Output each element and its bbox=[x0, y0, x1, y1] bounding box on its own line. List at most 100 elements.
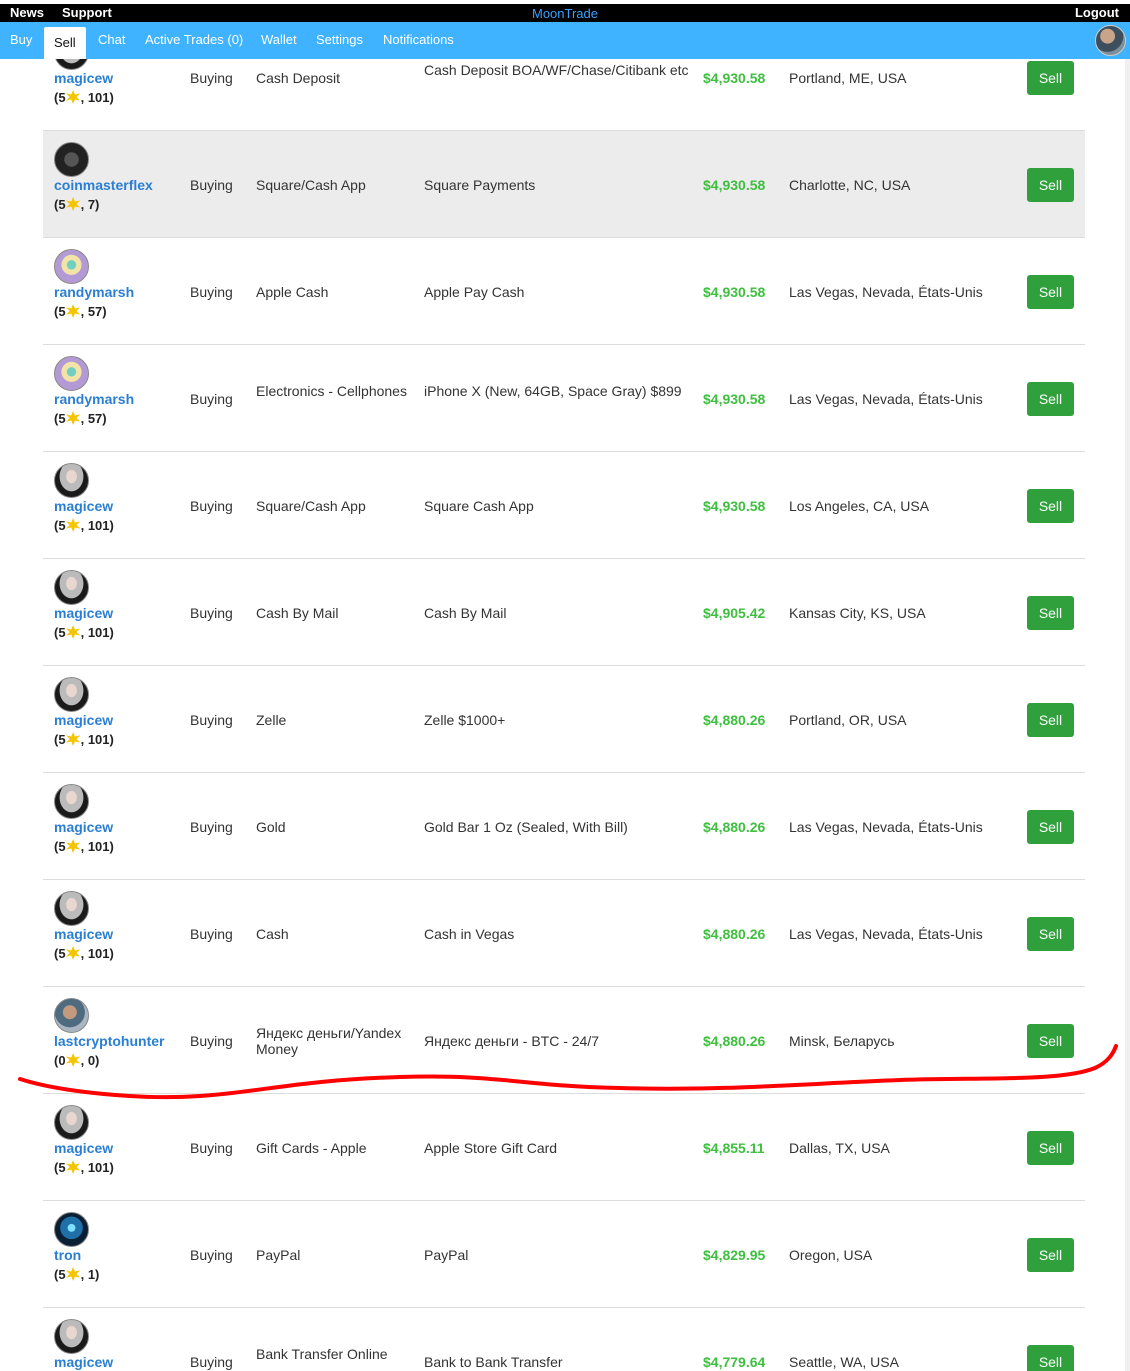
trade-price: $4,930.58 bbox=[703, 498, 766, 514]
rating-score: 5 bbox=[58, 518, 66, 533]
username-link[interactable]: magicew bbox=[54, 819, 113, 835]
sell-button[interactable]: Sell bbox=[1027, 1024, 1074, 1058]
star-icon bbox=[65, 1053, 81, 1067]
payment-method: Apple Cash bbox=[256, 284, 329, 300]
nav-sell[interactable]: Sell bbox=[44, 27, 86, 59]
trade-description: Bank to Bank Transfer bbox=[424, 1354, 563, 1370]
payment-method: Bank Transfer Online bbox=[256, 1346, 388, 1362]
username-link[interactable]: magicew bbox=[54, 498, 113, 514]
sell-button[interactable]: Sell bbox=[1027, 489, 1074, 523]
trade-price: $4,855.11 bbox=[703, 1140, 765, 1156]
trade-row: magicew (5, 101) Buying Gift Cards - Apple A… bbox=[43, 1094, 1085, 1201]
user-avatar[interactable] bbox=[1095, 25, 1126, 56]
rating-count: 101 bbox=[87, 732, 110, 747]
trade-action: Buying bbox=[190, 1354, 233, 1370]
username-link[interactable]: magicew bbox=[54, 926, 113, 942]
user-rating: (5, 7) bbox=[54, 197, 100, 212]
trade-price: $4,930.58 bbox=[703, 70, 766, 86]
trade-location: Dallas, TX, USA bbox=[789, 1140, 890, 1156]
user-avatar-image[interactable] bbox=[54, 249, 89, 284]
sell-button[interactable]: Sell bbox=[1027, 275, 1074, 309]
rating-score: 5 bbox=[58, 411, 66, 426]
user-avatar-image[interactable] bbox=[54, 677, 89, 712]
username-link[interactable]: tron bbox=[54, 1247, 81, 1263]
sell-button[interactable]: Sell bbox=[1027, 1345, 1074, 1371]
user-rating: (0, 0) bbox=[54, 1053, 100, 1068]
rating-score: 5 bbox=[58, 1267, 66, 1282]
user-rating: (5, 101) bbox=[54, 625, 114, 640]
payment-method: Cash bbox=[256, 926, 289, 942]
user-avatar-image[interactable] bbox=[54, 1212, 89, 1247]
trade-row: lastcryptohunter (0, 0) Buying Яндекс деньг… bbox=[43, 987, 1085, 1094]
trade-action: Buying bbox=[190, 177, 233, 193]
trade-price: $4,930.58 bbox=[703, 284, 766, 300]
sell-button[interactable]: Sell bbox=[1027, 1238, 1074, 1272]
username-link[interactable]: magicew bbox=[54, 712, 113, 728]
sell-button[interactable]: Sell bbox=[1027, 703, 1074, 737]
rating-score: 5 bbox=[58, 90, 66, 105]
username-link[interactable]: randymarsh bbox=[54, 284, 134, 300]
rating-score: 5 bbox=[58, 197, 66, 212]
user-rating: (5, 101) bbox=[54, 1160, 114, 1175]
news-link[interactable]: News bbox=[10, 5, 44, 20]
support-link[interactable]: Support bbox=[62, 5, 112, 20]
trade-action: Buying bbox=[190, 712, 233, 728]
user-avatar-image[interactable] bbox=[54, 142, 89, 177]
trade-action: Buying bbox=[190, 1033, 233, 1049]
trade-description: Apple Store Gift Card bbox=[424, 1140, 558, 1156]
user-avatar-image[interactable] bbox=[54, 1319, 89, 1354]
trade-description: Cash Deposit BOA/WF/Chase/Citibank etc bbox=[424, 62, 689, 78]
trade-location: Portland, ME, USA bbox=[789, 70, 907, 86]
username-link[interactable]: randymarsh bbox=[54, 391, 134, 407]
main-nav: Buy Sell Chat Active Trades (0) Wallet S… bbox=[0, 22, 1130, 59]
username-link[interactable]: coinmasterflex bbox=[54, 177, 153, 193]
star-icon bbox=[65, 518, 81, 532]
user-avatar-image[interactable] bbox=[54, 463, 89, 498]
nav-buy[interactable]: Buy bbox=[10, 32, 32, 47]
sell-button[interactable]: Sell bbox=[1027, 596, 1074, 630]
user-avatar-image[interactable] bbox=[54, 784, 89, 819]
sell-button[interactable]: Sell bbox=[1027, 61, 1074, 95]
brand-title[interactable]: MoonTrade bbox=[532, 6, 598, 21]
scrollbar[interactable] bbox=[1125, 59, 1130, 1371]
username-link[interactable]: lastcryptohunter bbox=[54, 1033, 164, 1049]
trade-description: Square Payments bbox=[424, 177, 536, 193]
trade-row: magicew (5, 101) Buying Gold Gold Bar 1 Oz (… bbox=[43, 773, 1085, 880]
nav-settings[interactable]: Settings bbox=[316, 32, 363, 47]
user-avatar-image[interactable] bbox=[54, 998, 89, 1033]
user-rating: (5, 101) bbox=[54, 90, 114, 105]
star-icon bbox=[65, 411, 81, 425]
user-rating: (5, 101) bbox=[54, 946, 114, 961]
username-link[interactable]: magicew bbox=[54, 1354, 113, 1370]
user-avatar-image[interactable] bbox=[54, 891, 89, 926]
nav-active-trades[interactable]: Active Trades (0) bbox=[145, 32, 243, 47]
sell-button[interactable]: Sell bbox=[1027, 1131, 1074, 1165]
sell-button[interactable]: Sell bbox=[1027, 168, 1074, 202]
logout-link[interactable]: Logout bbox=[1075, 5, 1119, 20]
user-avatar-image[interactable] bbox=[54, 356, 89, 391]
trade-location: Seattle, WA, USA bbox=[789, 1354, 899, 1370]
user-avatar-image[interactable] bbox=[54, 570, 89, 605]
user-avatar-image[interactable] bbox=[54, 1105, 89, 1140]
sell-button[interactable]: Sell bbox=[1027, 917, 1074, 951]
payment-method: Яндекс деньги/Yandex Money bbox=[256, 1025, 402, 1057]
nav-wallet[interactable]: Wallet bbox=[261, 32, 297, 47]
rating-count: 57 bbox=[87, 304, 103, 319]
trade-row: magicew (5, 101) Buying Cash By Mail Cash By… bbox=[43, 559, 1085, 666]
username-link[interactable]: magicew bbox=[54, 70, 113, 86]
trade-price: $4,880.26 bbox=[703, 1033, 766, 1049]
trade-action: Buying bbox=[190, 1140, 233, 1156]
star-icon bbox=[65, 732, 81, 746]
sell-button[interactable]: Sell bbox=[1027, 382, 1074, 416]
nav-notifications[interactable]: Notifications bbox=[383, 32, 454, 47]
sell-button[interactable]: Sell bbox=[1027, 810, 1074, 844]
payment-method: Cash Deposit bbox=[256, 70, 341, 86]
trade-price: $4,779.64 bbox=[703, 1354, 766, 1370]
username-link[interactable]: magicew bbox=[54, 1140, 113, 1156]
username-link[interactable]: magicew bbox=[54, 605, 113, 621]
trade-price: $4,880.26 bbox=[703, 712, 766, 728]
trade-action: Buying bbox=[190, 498, 233, 514]
trade-row: magicew (5, 101) Buying Cash Cash in Vegas $4… bbox=[43, 880, 1085, 987]
trade-location: Las Vegas, Nevada, États-Unis bbox=[789, 391, 983, 407]
nav-chat[interactable]: Chat bbox=[98, 32, 125, 47]
